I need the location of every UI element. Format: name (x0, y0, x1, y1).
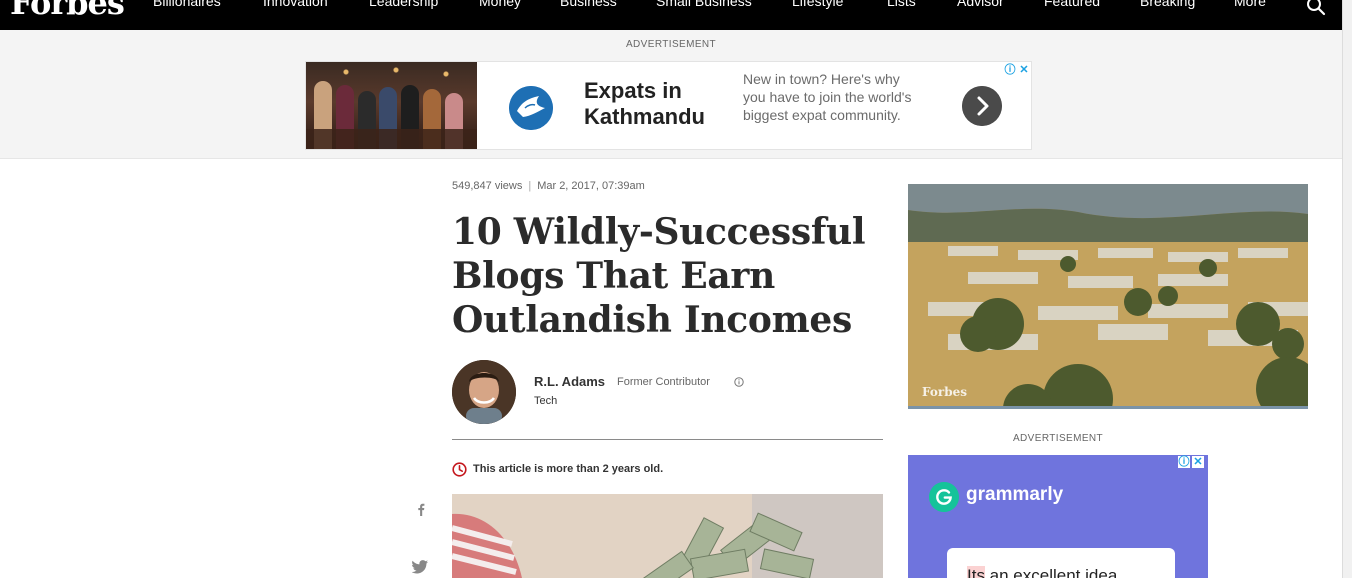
author-topic-tag[interactable]: Tech (534, 395, 557, 407)
article-age-notice: This article is more than 2 years old. (473, 463, 664, 475)
author-divider (452, 439, 883, 440)
grammarly-logo-icon (929, 482, 959, 512)
dove-logo-icon (509, 86, 553, 130)
grammarly-wordmark: grammarly (966, 484, 1064, 505)
nav-item-small-business[interactable]: Small Business (656, 0, 752, 9)
video-watermark: Forbes (922, 385, 967, 399)
ad-description: New in town? Here's why you have to join… (743, 71, 912, 123)
ad-close-icon[interactable]: ✕ (1192, 456, 1204, 468)
nav-item-more[interactable]: More (1234, 0, 1266, 9)
nav-item-billionaires[interactable]: Billionaires (153, 0, 221, 9)
twitter-icon[interactable] (412, 560, 428, 574)
search-icon[interactable] (1306, 0, 1326, 16)
publish-date: Mar 2, 2017, 07:39am (537, 180, 645, 192)
grammarly-sample-rest: an excellent idea (984, 566, 1118, 578)
nav-item-business[interactable]: Business (560, 0, 617, 9)
article-hero-image (452, 494, 883, 578)
clock-icon (452, 462, 467, 477)
facebook-icon[interactable] (414, 502, 428, 516)
forbes-logo[interactable]: Forbes (10, 0, 125, 22)
nav-item-breaking[interactable]: Breaking (1140, 0, 1195, 9)
money-photo (452, 494, 883, 578)
expat-ad-banner[interactable]: Expats in Kathmandu New in town? Here's … (305, 61, 1032, 150)
grammarly-sample-text: Its an excellent idea (967, 566, 1117, 578)
author-name[interactable]: R.L. Adams (534, 374, 605, 389)
avatar-photo (452, 360, 516, 424)
nav-item-lists[interactable]: Lists (887, 0, 916, 9)
article-title: 10 Wildly-Successful Blogs That Earn Out… (452, 211, 866, 341)
video-thumbnail (908, 184, 1308, 409)
nav-item-lifestyle[interactable]: Lifestyle (792, 0, 843, 9)
article-meta: 549,847 views | Mar 2, 2017, 07:39am (452, 180, 645, 192)
top-ad-band: ADVERTISEMENT Expats in Kathmandu New in… (0, 30, 1342, 159)
nav-item-featured[interactable]: Featured (1044, 0, 1100, 9)
meta-separator: | (528, 180, 532, 192)
nav-item-money[interactable]: Money (479, 0, 521, 9)
advertisement-label: ADVERTISEMENT (625, 39, 717, 50)
page-scrollbar[interactable] (1342, 0, 1352, 578)
adchoices-info-icon[interactable]: ⓘ (1178, 456, 1190, 468)
nav-item-leadership[interactable]: Leadership (369, 0, 438, 9)
grammarly-ad[interactable]: ⓘ ✕ grammarly Its an excellent idea (908, 455, 1208, 578)
nav-item-advisor[interactable]: Advisor (957, 0, 1004, 9)
nav-item-innovation[interactable]: Innovation (263, 0, 328, 9)
ad-headline: Expats in Kathmandu (584, 78, 705, 129)
ad-close-icon[interactable]: ✕ (1018, 64, 1030, 76)
chevron-right-icon[interactable] (962, 86, 1002, 126)
author-role: Former Contributor (617, 376, 710, 388)
ad-photo-people (306, 62, 477, 149)
grammarly-text-card: Its an excellent idea (947, 548, 1175, 578)
adchoices-info-icon[interactable]: ⓘ (1004, 64, 1016, 76)
advertisement-label-right: ADVERTISEMENT (1012, 433, 1104, 444)
info-icon[interactable] (734, 377, 744, 387)
author-avatar[interactable] (452, 360, 516, 424)
grammarly-highlight: Its (967, 566, 985, 578)
video-player[interactable]: Forbes (908, 184, 1308, 409)
top-navigation: Forbes Billionaires Innovation Leadershi… (0, 0, 1342, 30)
view-count: 549,847 views (452, 180, 523, 192)
